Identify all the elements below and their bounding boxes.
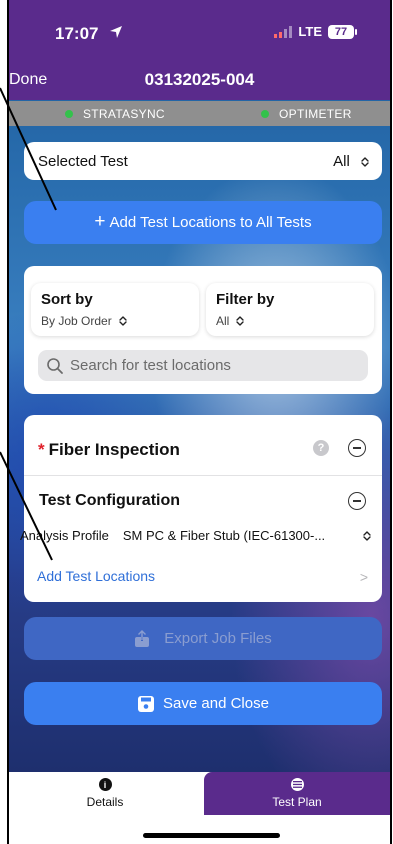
stratasync-status: STRATASYNC bbox=[65, 107, 165, 121]
fiber-inspection-title: * Fiber Inspection bbox=[38, 440, 180, 460]
divider bbox=[24, 475, 382, 476]
status-dot-icon bbox=[65, 110, 73, 118]
right-edge-line bbox=[390, 0, 392, 844]
selected-test-picker[interactable]: Selected Test All bbox=[24, 142, 382, 180]
chevron-updown-icon bbox=[363, 530, 371, 541]
sort-by-value: By Job Order bbox=[41, 314, 112, 328]
tab-test-plan[interactable]: Test Plan bbox=[204, 772, 390, 815]
analysis-profile-value: SM PC & Fiber Stub (IEC-61300-... bbox=[122, 528, 326, 543]
chevron-updown-icon bbox=[119, 316, 127, 326]
add-all-label: Add Test Locations to All Tests bbox=[109, 214, 312, 231]
selected-test-value-wrap: All bbox=[333, 153, 370, 170]
export-label: Export Job Files bbox=[164, 630, 272, 647]
page-title: 03132025-004 bbox=[144, 70, 255, 89]
tab-details[interactable]: i Details bbox=[33, 772, 177, 815]
signal-icon bbox=[274, 25, 293, 38]
chevron-right-icon: > bbox=[359, 569, 368, 585]
header: 17:07 LTE 77 Done 03132025-004 bbox=[9, 0, 390, 100]
chevron-updown-icon bbox=[236, 316, 245, 326]
search-icon bbox=[47, 357, 63, 374]
connection-status-bar: STRATASYNC OPTIMETER bbox=[9, 101, 390, 126]
list-icon bbox=[290, 778, 304, 791]
fiber-inspection-title-text: Fiber Inspection bbox=[48, 440, 180, 459]
tab-test-plan-label: Test Plan bbox=[272, 795, 322, 809]
chevron-updown-icon bbox=[361, 156, 369, 167]
share-icon bbox=[135, 629, 150, 647]
optimeter-label: OPTIMETER bbox=[279, 107, 352, 121]
selected-test-label: Selected Test bbox=[38, 152, 128, 170]
analysis-profile-picker[interactable]: Analysis Profile SM PC & Fiber Stub (IEC… bbox=[20, 528, 372, 543]
sort-by-title: Sort by bbox=[41, 291, 93, 308]
tab-bar: i Details Test Plan bbox=[9, 772, 390, 844]
test-configuration-title: Test Configuration bbox=[39, 492, 181, 509]
collapse-configuration-icon[interactable] bbox=[348, 492, 366, 510]
tab-details-label: Details bbox=[86, 795, 124, 809]
save-label: Save and Close bbox=[163, 695, 269, 712]
filter-by-title: Filter by bbox=[216, 291, 275, 308]
filter-by-picker[interactable]: Filter by All bbox=[206, 283, 374, 336]
filter-by-value: All bbox=[216, 314, 230, 328]
info-icon: i bbox=[98, 778, 112, 791]
sort-by-value-wrap: By Job Order bbox=[41, 314, 189, 328]
left-edge-line bbox=[7, 0, 9, 844]
analysis-profile-label: Analysis Profile bbox=[20, 528, 109, 543]
home-indicator bbox=[143, 833, 280, 838]
stratasync-label: STRATASYNC bbox=[83, 107, 165, 121]
location-arrow-icon bbox=[110, 26, 122, 38]
save-and-close-button[interactable]: Save and Close bbox=[24, 682, 382, 725]
fiber-inspection-card: * Fiber Inspection ? Test Configuration A… bbox=[20, 415, 382, 602]
save-icon bbox=[138, 695, 155, 712]
app-screen: 17:07 LTE 77 Done 03132025-004 STRATASYN… bbox=[0, 0, 393, 844]
remove-test-icon[interactable] bbox=[348, 439, 366, 457]
export-job-files-button[interactable]: Export Job Files bbox=[24, 617, 382, 660]
plus-icon: + bbox=[94, 210, 106, 232]
search-input[interactable]: Search for test locations bbox=[38, 350, 368, 381]
status-time: 17:07 bbox=[55, 24, 99, 43]
status-indicators: LTE 77 bbox=[274, 24, 357, 39]
search-placeholder: Search for test locations bbox=[70, 357, 231, 374]
network-type: LTE bbox=[298, 24, 322, 39]
sort-filter-panel: Sort by By Job Order Filter by All Searc… bbox=[24, 266, 382, 394]
help-icon[interactable]: ? bbox=[313, 440, 329, 456]
add-test-locations-all-button[interactable]: + Add Test Locations to All Tests bbox=[24, 201, 382, 244]
selected-test-value: All bbox=[333, 152, 350, 170]
optimeter-status: OPTIMETER bbox=[261, 107, 352, 121]
add-test-locations-link[interactable]: Add Test Locations bbox=[37, 568, 155, 584]
status-dot-icon bbox=[261, 110, 269, 118]
filter-by-value-wrap: All bbox=[216, 314, 364, 328]
required-marker: * bbox=[38, 440, 45, 459]
battery-icon: 77 bbox=[328, 24, 357, 39]
sort-by-picker[interactable]: Sort by By Job Order bbox=[31, 283, 199, 336]
